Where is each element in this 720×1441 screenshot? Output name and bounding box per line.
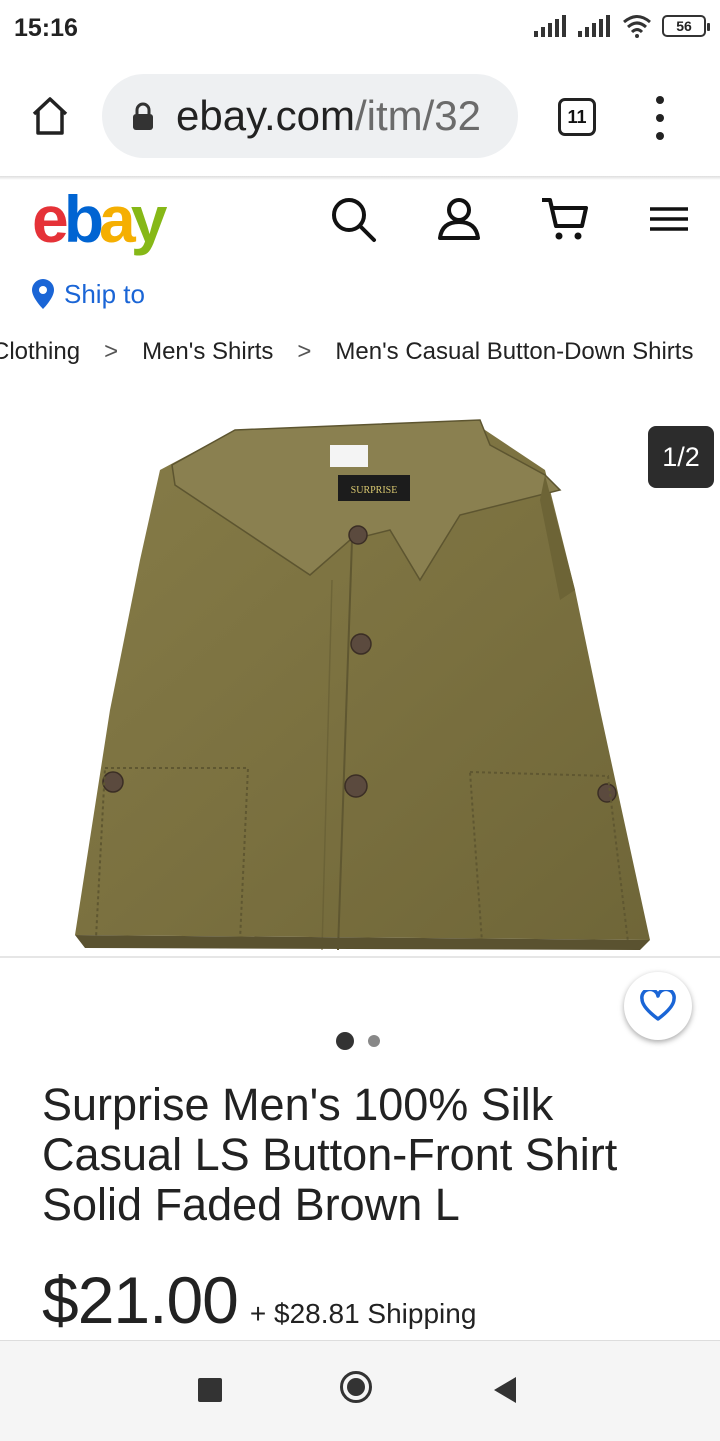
product-image[interactable]: SURPRISE <box>0 390 720 956</box>
url-text: ebay.com/itm/32 <box>176 92 481 140</box>
shirt-tag-text: SURPRISE <box>351 485 398 496</box>
logo-e: e <box>32 182 69 256</box>
android-nav-bar <box>0 1340 720 1441</box>
recents-icon[interactable] <box>198 1378 222 1402</box>
status-time: 15:16 <box>14 14 78 42</box>
signal-icon <box>578 15 610 37</box>
ebay-logo[interactable]: ebay <box>32 186 167 252</box>
home-nav-icon[interactable] <box>340 1371 372 1403</box>
watchlist-button[interactable] <box>624 972 692 1040</box>
breadcrumb-item[interactable]: Men's Casual Button-Down Shirts <box>335 338 693 366</box>
wifi-icon <box>623 15 651 38</box>
breadcrumb: Clothing > Men's Shirts > Men's Casual B… <box>0 338 720 366</box>
tab-count: 11 <box>567 106 587 127</box>
toolbar-divider <box>0 176 720 180</box>
logo-y: y <box>130 182 168 256</box>
battery-indicator: 56 <box>662 15 710 37</box>
browser-toolbar: ebay.com/itm/32 11 <box>0 58 720 176</box>
url-path: /itm/32 <box>354 92 482 139</box>
heart-icon <box>640 990 676 1021</box>
hamburger-menu-icon[interactable] <box>644 194 694 244</box>
carousel-dot-active[interactable] <box>336 1032 354 1050</box>
url-domain: ebay.com <box>176 92 355 139</box>
carousel-dot[interactable] <box>368 1035 380 1047</box>
back-icon[interactable] <box>494 1377 516 1403</box>
tabs-button[interactable]: 11 <box>558 98 596 136</box>
ship-to-label: Ship to <box>64 278 145 309</box>
breadcrumb-item[interactable]: Clothing <box>0 338 80 366</box>
cart-icon[interactable] <box>540 194 590 244</box>
status-bar: 15:16 56 <box>0 0 720 58</box>
breadcrumb-item[interactable]: Men's Shirts <box>142 338 273 366</box>
carousel-dots <box>336 1032 380 1050</box>
logo-a: a <box>99 182 136 256</box>
status-icons: 56 <box>534 14 710 38</box>
price-row: $21.00 + $28.81 Shipping <box>42 1262 476 1338</box>
chevron-right-icon: > <box>297 338 312 365</box>
shirt-illustration: SURPRISE <box>75 419 650 951</box>
signal-icon <box>534 15 566 37</box>
image-divider <box>0 956 720 958</box>
logo-b: b <box>63 182 104 256</box>
product-title: Surprise Men's 100% Silk Casual LS Butto… <box>42 1079 618 1230</box>
image-counter: 1/2 <box>648 426 714 488</box>
lock-icon <box>133 102 153 130</box>
home-icon[interactable] <box>28 94 72 138</box>
kebab-menu-icon[interactable] <box>648 94 672 142</box>
url-bar[interactable]: ebay.com/itm/32 <box>102 74 518 158</box>
shipping-cost: + $28.81 Shipping <box>249 1298 477 1329</box>
location-pin-icon <box>32 279 54 309</box>
chevron-right-icon: > <box>104 338 119 365</box>
account-icon[interactable] <box>434 194 484 244</box>
product-price: $21.00 <box>42 1263 239 1337</box>
search-icon[interactable] <box>328 194 378 244</box>
ship-to-link[interactable]: Ship to <box>30 278 145 310</box>
